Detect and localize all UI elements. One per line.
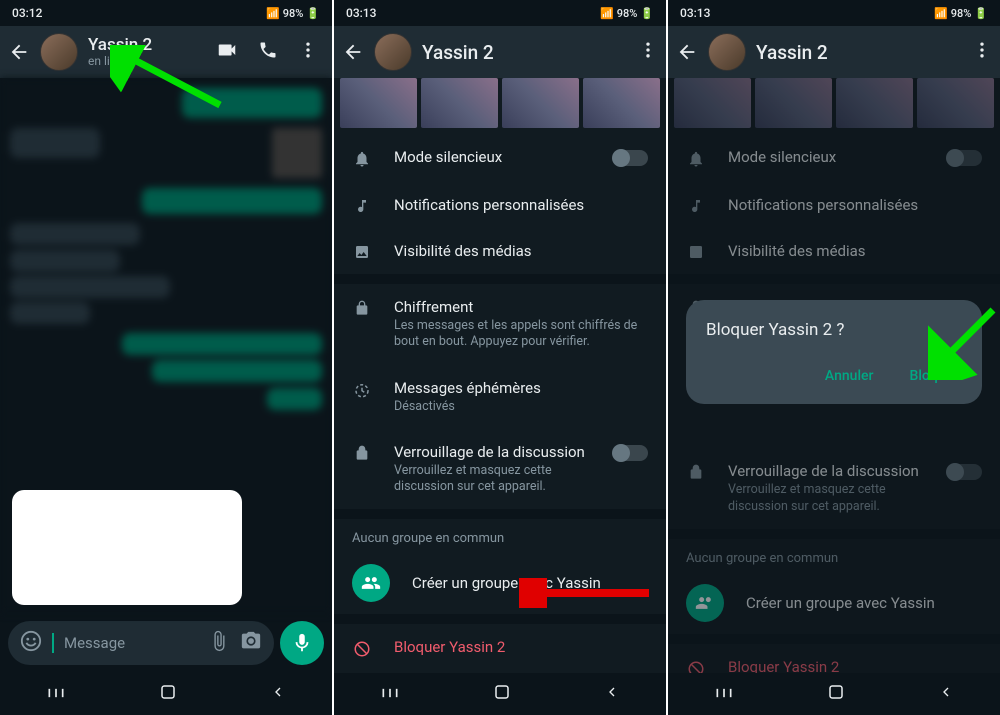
camera-icon[interactable] <box>240 630 262 656</box>
settings-header: Yassin 2 <box>334 26 666 78</box>
menu-icon[interactable] <box>972 40 992 64</box>
bell-icon <box>352 148 372 168</box>
back-button[interactable] <box>8 41 30 63</box>
contact-name: Yassin 2 <box>422 41 628 64</box>
create-group-button[interactable]: Créer un groupe avec Yassin <box>334 552 666 614</box>
settings-header: Yassin 2 <box>668 26 1000 78</box>
nav-home-icon[interactable] <box>159 683 177 705</box>
block-icon <box>352 638 372 658</box>
nav-recents-icon[interactable] <box>46 685 66 704</box>
redacted-block <box>12 490 242 605</box>
nav-recents-icon[interactable] <box>380 685 400 704</box>
contact-name: Yassin 2 <box>88 36 206 55</box>
nav-bar <box>334 673 666 715</box>
status-indicators: 📶98%🔋 <box>934 7 988 20</box>
avatar[interactable] <box>40 33 78 71</box>
timer-icon <box>352 379 372 399</box>
menu-icon[interactable] <box>298 40 318 64</box>
attach-icon[interactable] <box>208 630 230 656</box>
avatar[interactable] <box>374 33 412 71</box>
block-confirm-dialog: Bloquer Yassin 2 ? Annuler Bloquer <box>686 300 982 404</box>
avatar[interactable] <box>708 33 746 71</box>
nav-bar <box>0 673 332 715</box>
status-indicators: 📶98%🔋 <box>600 7 654 20</box>
status-indicators: 📶98%🔋 <box>266 7 320 20</box>
nav-home-icon[interactable] <box>493 683 511 705</box>
media-thumbnails <box>668 78 1000 134</box>
screenshot-chat: 03:12 📶98%🔋 Yassin 2 en ligne <box>0 0 332 715</box>
screenshot-settings: 03:13 📶98%🔋 Yassin 2 Mode silencieux Not… <box>334 0 666 715</box>
contact-name: Yassin 2 <box>756 41 962 64</box>
clock: 03:12 <box>12 6 42 20</box>
voice-call-icon[interactable] <box>258 40 278 64</box>
dialog-confirm-button[interactable]: Bloquer <box>905 360 962 392</box>
emoji-icon[interactable] <box>20 630 42 656</box>
no-groups-label: Aucun groupe en commun <box>334 519 666 552</box>
contact-info[interactable]: Yassin 2 en ligne <box>88 36 206 68</box>
group-icon <box>352 564 390 602</box>
settings-list: Mode silencieux Notifications personnali… <box>334 134 666 673</box>
status-bar: 03:13 📶98%🔋 <box>334 0 666 26</box>
dialog-title: Bloquer Yassin 2 ? <box>706 320 962 340</box>
clock: 03:13 <box>346 6 376 20</box>
chat-lock-icon <box>352 443 372 461</box>
nav-bar <box>668 673 1000 715</box>
mic-button[interactable] <box>280 621 324 665</box>
nav-home-icon[interactable] <box>827 683 845 705</box>
clock: 03:13 <box>680 6 710 20</box>
row-encryption[interactable]: Chiffrement Les messages et les appels s… <box>334 284 666 365</box>
lock-icon <box>352 298 372 316</box>
nav-back-icon[interactable] <box>604 684 620 704</box>
screenshot-dialog: 03:13 📶98%🔋 Yassin 2 Mode silencieux Not… <box>668 0 1000 715</box>
block-button[interactable]: Bloquer Yassin 2 <box>334 624 666 672</box>
nav-recents-icon[interactable] <box>714 685 734 704</box>
back-button[interactable] <box>676 41 698 63</box>
dialog-cancel-button[interactable]: Annuler <box>821 360 878 392</box>
back-button[interactable] <box>342 41 364 63</box>
row-chat-lock[interactable]: Verrouillage de la discussion Verrouille… <box>334 429 666 510</box>
message-input-bar: Message <box>0 613 332 673</box>
contact-status: en ligne <box>88 55 206 68</box>
placeholder-text: Message <box>64 634 198 652</box>
row-mute[interactable]: Mode silencieux <box>334 134 666 182</box>
menu-icon[interactable] <box>638 40 658 64</box>
status-bar: 03:12 📶98%🔋 <box>0 0 332 26</box>
image-icon <box>352 242 372 260</box>
row-media-visibility[interactable]: Visibilité des médias <box>334 228 666 274</box>
nav-back-icon[interactable] <box>270 684 286 704</box>
nav-back-icon[interactable] <box>938 684 954 704</box>
message-input[interactable]: Message <box>8 621 274 665</box>
chat-header: Yassin 2 en ligne <box>0 26 332 78</box>
video-call-icon[interactable] <box>216 39 238 65</box>
row-ephemeral[interactable]: Messages éphémères Désactivés <box>334 365 666 429</box>
music-note-icon <box>352 196 372 214</box>
status-bar: 03:13 📶98%🔋 <box>668 0 1000 26</box>
mute-toggle[interactable] <box>614 150 648 166</box>
media-thumbnails[interactable] <box>334 78 666 134</box>
chat-lock-toggle[interactable] <box>614 445 648 461</box>
row-notifications[interactable]: Notifications personnalisées <box>334 182 666 228</box>
